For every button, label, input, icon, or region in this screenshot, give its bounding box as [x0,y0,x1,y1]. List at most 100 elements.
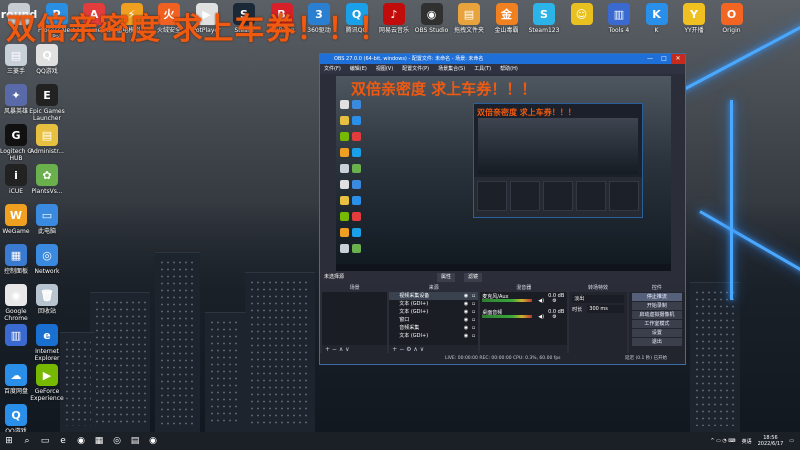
notification-icon[interactable]: ▭ [789,438,794,444]
menu-item[interactable]: 场景集合(S) [438,66,465,72]
desktop-icon[interactable]: e Internet Explorer [25,324,69,362]
preview-desktop-icon [340,244,349,253]
transition-select[interactable]: 淡出 [572,295,624,303]
desktop-icon[interactable]: ◎ Network [25,244,69,275]
lock-icon[interactable]: ▫ [472,292,475,300]
source-item[interactable]: 音频采集 ◉ ▫ [389,324,478,332]
source-item[interactable]: 文本 (GDI+) ◉ ▫ [389,332,478,340]
control-button-0[interactable]: 停止推流 [631,293,682,301]
control-button-2[interactable]: 启动虚拟摄像机 [631,311,682,319]
obs-menubar: 文件(F) 编辑(E) 视图(V) 配置文件(P) 场景集合(S) 工具(T) 帮助(H) [320,64,685,74]
taskbar-app-icon[interactable]: ▭ [36,432,54,450]
desktop-icon[interactable]: O Origin [710,3,754,34]
app-icon: ▶ [36,364,58,386]
desktop-icon[interactable]: ▭ 此电脑 [25,204,69,235]
desktop-icon[interactable]: Q QQ游戏 [25,44,69,75]
duration-input[interactable]: 300 ms [587,305,624,313]
status-bar: LIVE: 00:00:00 REC: 00:00:00 CPU: 0.3%, … [320,353,685,364]
obs-preview[interactable]: 双倍亲密度 求上车券！！！ 双倍亲密度 求上车券！！！ [336,76,671,271]
preview-desktop-icon [340,228,349,237]
close-button[interactable]: ✕ [671,54,685,64]
search-icon[interactable]: ⌕ [18,432,36,450]
lock-icon[interactable]: ▫ [472,324,475,332]
gear-icon[interactable]: ⚙ [552,298,556,304]
app-icon: ☁ [5,364,27,386]
input-language[interactable]: 英语 [742,438,752,445]
taskbar: ⊞ ⌕ ▭ e ◉ ▦ ◎ ▤ ◉ ^ ▭ ◔ ⌨ 英语 18:56 2022/6/17 ▭ [0,432,800,450]
menu-item[interactable]: 视图(V) [376,66,393,72]
lock-icon[interactable]: ▫ [472,300,475,308]
tools-4-icon: ▥ [608,3,630,25]
menu-item[interactable]: 帮助(H) [500,66,518,72]
lock-icon[interactable]: ▫ [472,316,475,324]
menu-item[interactable]: 配置文件(P) [402,66,429,72]
volume-icon[interactable]: ◀) [538,298,544,304]
mixer-channel: 麦克风/Aux 0.0 dB ◀) ⚙ [480,292,567,308]
lock-icon[interactable]: ▫ [472,332,475,340]
preview-desktop-icon [352,212,361,221]
source-name: 文本 (GDI+) [399,333,429,339]
visibility-icon[interactable]: ◉ [464,316,468,324]
source-item[interactable]: 视频采集设备 ◉ ▫ [389,292,479,300]
obs-studio-icon: ◉ [420,3,443,25]
taskbar-app-icon[interactable]: ◉ [72,432,90,450]
mixer-channel: 桌面音频 0.0 dB ◀) ⚙ [480,308,567,324]
scenes-list[interactable] [322,292,388,345]
k-icon: K [645,3,668,25]
app-icon: ▭ [36,204,58,226]
visibility-icon[interactable]: ◉ [464,332,468,340]
control-button-4[interactable]: 设置 [631,329,682,337]
taskbar-app-icon[interactable]: ▤ [126,432,144,450]
menu-item[interactable]: 编辑(E) [350,66,367,72]
lock-icon[interactable]: ▫ [472,308,475,316]
control-button-3[interactable]: 工作室模式 [631,320,682,328]
transitions-dock: 转场特效 淡出 时长 300 ms [569,284,627,354]
start-button[interactable]: ⊞ [0,432,18,450]
taskbar-app-icon[interactable]: ◉ [144,432,162,450]
obs-window[interactable]: OBS 27.0.0 (64-bit, windows) - 配置文件: 未命名… [319,53,686,365]
desktop-icon[interactable]: ✿ PlantsVs... [25,164,69,195]
desktop-icon[interactable]: Q QQ游戏 [0,404,38,432]
preview-desktop-icon [352,196,361,205]
nested-preview-canvas [478,118,638,174]
volume-icon[interactable]: ◀) [538,314,544,320]
visibility-icon[interactable]: ◉ [464,300,468,308]
menu-item[interactable]: 文件(F) [324,66,341,72]
clock[interactable]: 18:56 2022/6/17 [758,435,784,447]
maximize-button[interactable]: □ [657,54,671,64]
visibility-icon[interactable]: ◉ [464,324,468,332]
controls-dock: 控件 停止推流 开始录制 启动虚拟摄像机 工作室模式 设置 退出 [628,284,685,354]
app-icon: 🗑 [36,284,58,306]
app-icon: i [5,164,27,186]
gear-icon[interactable]: ⚙ [552,314,556,320]
desktop-icon[interactable]: ▶ GeForce Experience [25,364,69,402]
status-text: LIVE: 00:00:00 REC: 00:00:00 CPU: 0.3%, … [445,356,561,361]
properties-button[interactable]: 属性 [437,273,456,282]
desktop-icon[interactable]: ▤ Administr... [25,124,69,155]
tray-icons[interactable]: ^ ▭ ◔ ⌨ [710,438,735,444]
control-button-1[interactable]: 开始录制 [631,302,682,310]
source-item[interactable]: 文本 (GDI+) ◉ ▫ [389,308,478,316]
taskbar-app-icon[interactable]: ◎ [108,432,126,450]
source-item[interactable]: 窗口 ◉ ▫ [389,316,478,324]
preview-desktop-icon [352,244,361,253]
filters-button[interactable]: 滤镜 [464,273,483,282]
mixer-dock-title: 混音器 [480,284,568,292]
visibility-icon[interactable]: ◉ [464,308,468,316]
app-icon: W [5,204,27,226]
minimize-button[interactable]: — [643,54,657,64]
status-right: 延迟 (0.1 秒) 已开始 [625,356,667,361]
taskbar-app-icon[interactable]: ▦ [90,432,108,450]
app-icon: ☺ [570,3,593,25]
control-button-5[interactable]: 退出 [631,338,682,346]
desktop-icon[interactable]: E Epic Games Launcher [25,84,69,122]
visibility-icon[interactable]: ◉ [464,292,468,300]
desktop-icon[interactable]: 🗑 回收站 [25,284,69,315]
--icon: 金 [495,3,518,25]
source-item[interactable]: 文本 (GDI+) ◉ ▫ [389,300,478,308]
obs-titlebar[interactable]: OBS 27.0.0 (64-bit, windows) - 配置文件: 未命名… [320,54,685,64]
taskbar-app-icon[interactable]: e [54,432,72,450]
sources-list[interactable]: 视频采集设备 ◉ ▫ 文本 (GDI+) ◉ ▫ 文本 (GDI+) ◉ ▫ 窗口 ◉ ▫ 音频采集 ◉ ▫… [389,292,479,345]
preview-desktop-icon [352,116,361,125]
menu-item[interactable]: 工具(T) [474,66,491,72]
